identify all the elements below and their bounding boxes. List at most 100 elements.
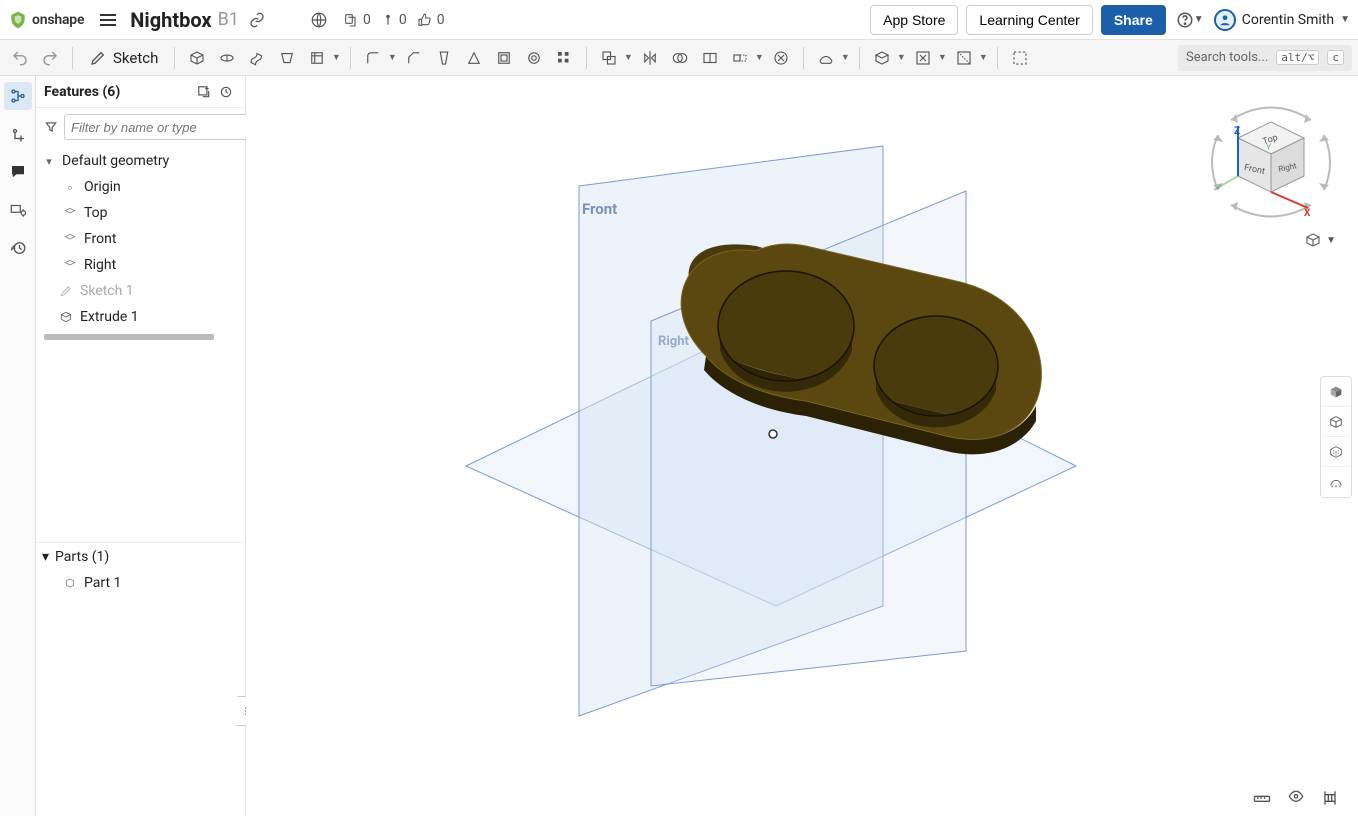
- draft-button[interactable]: [430, 44, 458, 72]
- shell-button[interactable]: [490, 44, 518, 72]
- shaded-mode-button[interactable]: [1321, 377, 1351, 407]
- main-menu-button[interactable]: [96, 8, 120, 32]
- tree-item-extrude1[interactable]: Extrude 1: [36, 304, 245, 330]
- versions-stat[interactable]: 0: [343, 12, 371, 28]
- parts-header[interactable]: ▾ Parts (1): [36, 542, 245, 570]
- main-toolbar: Sketch ▼ ▼ ▼ ▼ ▼ ▼ ▼ ▼ Search tools... a…: [0, 40, 1358, 76]
- chevron-down-icon[interactable]: ▼: [936, 44, 948, 72]
- configurations-tab[interactable]: [4, 196, 32, 224]
- extrude-button[interactable]: [183, 44, 211, 72]
- versions-count: 0: [363, 12, 371, 28]
- chevron-down-icon: ▼: [1194, 14, 1204, 25]
- loft-button[interactable]: [273, 44, 301, 72]
- feature-tree: ▾ Default geometry ◦ Origin Top Front Ri…: [36, 146, 245, 346]
- user-name: Corentin Smith: [1242, 12, 1334, 28]
- measure-button[interactable]: [1252, 788, 1272, 808]
- add-custom-feature-button[interactable]: [193, 81, 215, 103]
- chevron-down-icon[interactable]: ▼: [622, 44, 634, 72]
- chevron-down-icon[interactable]: ▼: [753, 44, 765, 72]
- plane-button[interactable]: [868, 44, 896, 72]
- plane-icon: [62, 258, 78, 272]
- split-button[interactable]: [696, 44, 724, 72]
- chevron-down-icon[interactable]: ▼: [839, 44, 851, 72]
- feature-tree-tab[interactable]: [4, 82, 32, 110]
- section-view-button[interactable]: [950, 44, 978, 72]
- chevron-down-icon: ▼: [1326, 235, 1336, 246]
- chevron-down-icon[interactable]: ▼: [977, 44, 989, 72]
- features-title: Features (6): [44, 84, 120, 100]
- variable-button[interactable]: [909, 44, 937, 72]
- redo-button[interactable]: [36, 44, 64, 72]
- filter-button[interactable]: [44, 116, 58, 138]
- rollback-bar[interactable]: [44, 334, 214, 340]
- surface-button[interactable]: [812, 44, 840, 72]
- help-button[interactable]: ▼: [1176, 6, 1204, 34]
- tree-label: Top: [84, 205, 108, 221]
- mirror-button[interactable]: [636, 44, 664, 72]
- scene-graphic: [246, 76, 1358, 816]
- viewport-3d[interactable]: Front Right: [246, 76, 1358, 816]
- likes-stat[interactable]: 0: [417, 12, 445, 28]
- app-store-button[interactable]: App Store: [870, 5, 958, 35]
- document-title[interactable]: Nightbox: [130, 8, 211, 32]
- pattern-button[interactable]: [550, 44, 578, 72]
- tree-label: Sketch 1: [80, 283, 134, 299]
- tree-label: Front: [84, 231, 116, 247]
- chamfer-button[interactable]: [400, 44, 428, 72]
- wireframe-button[interactable]: [1321, 437, 1351, 467]
- plane-icon: [62, 206, 78, 220]
- avatar-icon: [1214, 9, 1236, 31]
- mass-props-button[interactable]: [1286, 788, 1306, 808]
- tree-item-part1[interactable]: Part 1: [36, 570, 245, 596]
- globe-icon[interactable]: [305, 6, 333, 34]
- chevron-down-icon[interactable]: ▼: [386, 44, 398, 72]
- tree-item-front-plane[interactable]: Front: [36, 226, 245, 252]
- sketch-button[interactable]: Sketch: [81, 44, 166, 72]
- link-icon[interactable]: [243, 6, 271, 34]
- revolve-button[interactable]: [213, 44, 241, 72]
- parts-title: Parts (1): [55, 549, 109, 565]
- intersect-button[interactable]: [666, 44, 694, 72]
- kbd-hint: c: [1327, 50, 1344, 65]
- rollback-button[interactable]: [215, 81, 237, 103]
- delete-face-button[interactable]: [767, 44, 795, 72]
- sweep-button[interactable]: [243, 44, 271, 72]
- tree-item-sketch1[interactable]: Sketch 1: [36, 278, 245, 304]
- view-cube[interactable]: Top Front Right Z Y X: [1206, 90, 1336, 230]
- tree-item-right-plane[interactable]: Right: [36, 252, 245, 278]
- plane-icon: [62, 232, 78, 246]
- frame-button[interactable]: [1006, 44, 1034, 72]
- search-tools-label: Search tools...: [1186, 50, 1268, 65]
- tree-label: Default geometry: [62, 153, 169, 169]
- tree-folder-default-geometry[interactable]: ▾ Default geometry: [36, 148, 245, 174]
- curvature-button[interactable]: [1321, 467, 1351, 497]
- tree-label: Extrude 1: [80, 309, 139, 325]
- add-feature-tab[interactable]: [4, 120, 32, 148]
- search-tools-button[interactable]: Search tools... alt/⌥ c: [1178, 45, 1352, 71]
- branch-label[interactable]: B1: [218, 9, 239, 30]
- view-cube-menu[interactable]: ▼: [1304, 231, 1336, 249]
- user-menu[interactable]: Corentin Smith ▼: [1214, 9, 1350, 31]
- share-button[interactable]: Share: [1101, 5, 1166, 35]
- hole-button[interactable]: [520, 44, 548, 72]
- undo-button[interactable]: [6, 44, 34, 72]
- comments-tab[interactable]: [4, 158, 32, 186]
- hidden-edges-button[interactable]: [1321, 407, 1351, 437]
- fillet-button[interactable]: [359, 44, 387, 72]
- history-tab[interactable]: [4, 234, 32, 262]
- chevron-down-icon[interactable]: ▼: [330, 44, 342, 72]
- boolean-button[interactable]: [595, 44, 623, 72]
- learning-center-button[interactable]: Learning Center: [966, 5, 1092, 35]
- tree-item-top-plane[interactable]: Top: [36, 200, 245, 226]
- chevron-down-icon[interactable]: ▼: [895, 44, 907, 72]
- units-button[interactable]: [1320, 788, 1340, 808]
- thicken-button[interactable]: [303, 44, 331, 72]
- transform-button[interactable]: [726, 44, 754, 72]
- tree-item-origin[interactable]: ◦ Origin: [36, 174, 245, 200]
- filter-input[interactable]: [64, 114, 256, 140]
- likes-count: 0: [437, 12, 445, 28]
- chevron-down-icon: ▾: [42, 155, 56, 168]
- brand-logo[interactable]: onshape: [8, 10, 84, 30]
- comments-stat[interactable]: 0: [381, 12, 407, 28]
- rib-button[interactable]: [460, 44, 488, 72]
